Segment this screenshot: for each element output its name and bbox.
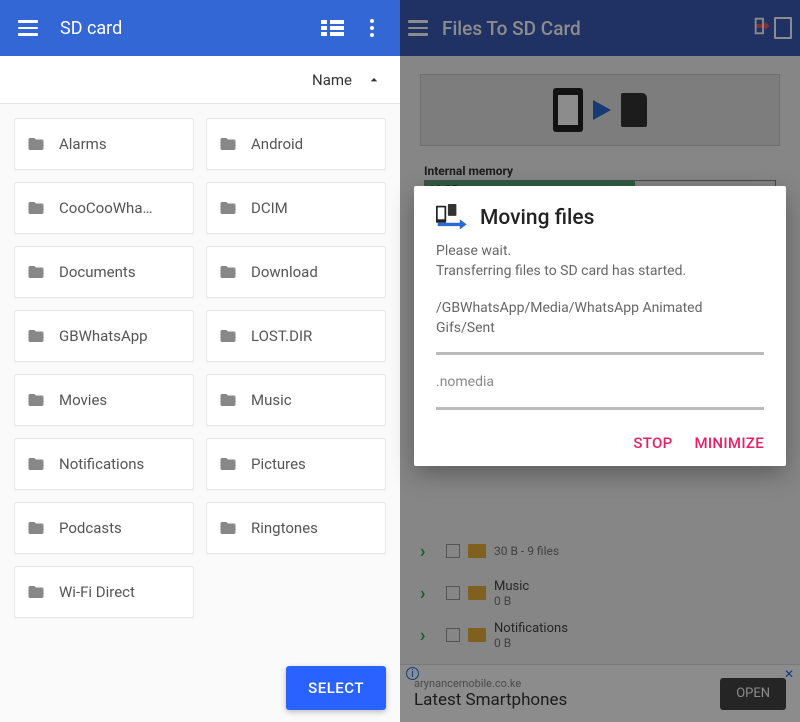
overflow-menu-button[interactable]	[352, 8, 392, 48]
view-toggle-button[interactable]	[312, 8, 352, 48]
folder-item[interactable]: Podcasts	[14, 502, 194, 554]
moving-files-dialog: Moving files Please wait. Transferring f…	[414, 186, 786, 466]
folder-label: Movies	[59, 391, 107, 409]
folder-label: Podcasts	[59, 519, 122, 537]
folder-item[interactable]: Pictures	[206, 438, 386, 490]
folder-icon	[25, 391, 47, 409]
folder-icon	[217, 327, 239, 345]
folder-item[interactable]: Alarms	[14, 118, 194, 170]
chevron-up-icon	[366, 72, 382, 88]
appbar: SD card	[0, 0, 400, 56]
folder-icon	[25, 263, 47, 281]
progress-bar-2	[436, 407, 764, 410]
folder-grid-area[interactable]: Alarms Android CooCooWha… DCIM Documents Down…	[0, 104, 400, 722]
folder-icon	[217, 135, 239, 153]
folder-icon	[25, 135, 47, 153]
dialog-msg-1: Please wait.	[436, 242, 764, 262]
folder-label: Android	[251, 135, 303, 153]
folder-label: Download	[251, 263, 318, 281]
folder-item[interactable]: Wi-Fi Direct	[14, 566, 194, 618]
folder-item[interactable]: DCIM	[206, 182, 386, 234]
folder-item[interactable]: Ringtones	[206, 502, 386, 554]
files-to-sd-screen: Files To SD Card Internal memory 16 GB ›…	[400, 0, 800, 722]
select-button[interactable]: SELECT	[286, 666, 386, 710]
menu-button[interactable]	[8, 8, 48, 48]
more-vert-icon	[370, 19, 374, 37]
sort-label: Name	[312, 71, 352, 89]
folder-label: Music	[251, 391, 292, 409]
stop-button[interactable]: STOP	[633, 434, 672, 452]
file-manager-screen: SD card Name Alarms Android CooCooWha… DCIM…	[0, 0, 400, 722]
folder-label: Pictures	[251, 455, 306, 473]
folder-icon	[217, 391, 239, 409]
folder-item[interactable]: Notifications	[14, 438, 194, 490]
folder-icon	[217, 199, 239, 217]
folder-icon	[25, 455, 47, 473]
folder-item[interactable]: Movies	[14, 374, 194, 426]
folder-label: DCIM	[251, 199, 288, 217]
folder-icon	[25, 519, 47, 537]
hamburger-icon	[18, 20, 38, 36]
folder-label: Alarms	[59, 135, 107, 153]
folder-label: Notifications	[59, 455, 144, 473]
folder-label: Documents	[59, 263, 136, 281]
minimize-button[interactable]: MINIMIZE	[694, 434, 764, 452]
folder-icon	[25, 583, 47, 601]
list-view-icon	[321, 20, 344, 36]
folder-icon	[25, 199, 47, 217]
folder-icon	[217, 455, 239, 473]
dialog-filename: .nomedia	[436, 373, 764, 393]
progress-bar-1	[436, 352, 764, 355]
dialog-title: Moving files	[480, 206, 594, 230]
folder-item[interactable]: LOST.DIR	[206, 310, 386, 362]
sort-header[interactable]: Name	[0, 56, 400, 104]
folder-item[interactable]: Download	[206, 246, 386, 298]
folder-label: Ringtones	[251, 519, 318, 537]
folder-item[interactable]: GBWhatsApp	[14, 310, 194, 362]
folder-label: GBWhatsApp	[59, 327, 148, 345]
folder-icon	[217, 263, 239, 281]
dialog-path: /GBWhatsApp/Media/WhatsApp Animated Gifs…	[436, 299, 764, 338]
folder-item[interactable]: Music	[206, 374, 386, 426]
folder-item[interactable]: Android	[206, 118, 386, 170]
folder-icon	[217, 519, 239, 537]
folder-item[interactable]: CooCooWha…	[14, 182, 194, 234]
folder-icon	[25, 327, 47, 345]
folder-item[interactable]: Documents	[14, 246, 194, 298]
folder-label: Wi-Fi Direct	[59, 583, 135, 601]
transfer-icon	[436, 204, 470, 232]
dialog-msg-2: Transferring files to SD card has starte…	[436, 262, 764, 282]
appbar-title: SD card	[60, 18, 312, 39]
folder-label: CooCooWha…	[59, 199, 153, 217]
folder-label: LOST.DIR	[251, 327, 312, 345]
